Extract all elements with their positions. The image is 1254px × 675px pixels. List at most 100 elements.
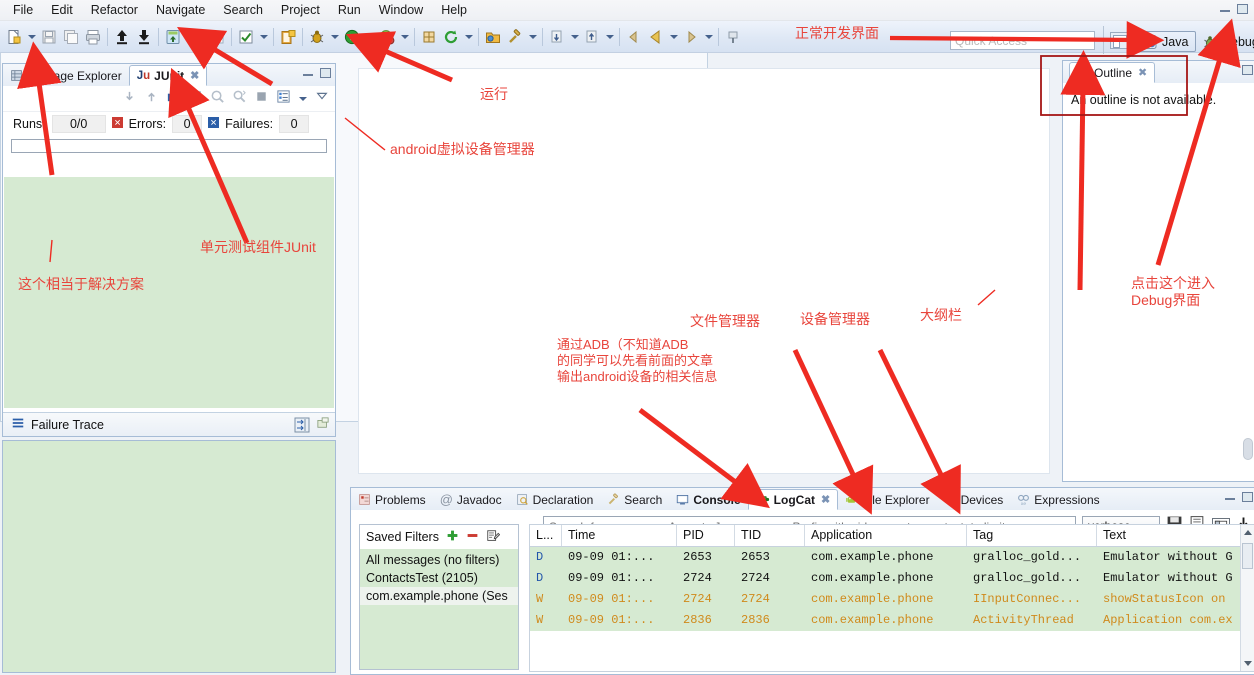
- maximize-icon[interactable]: [1242, 65, 1253, 75]
- show-failures-icon[interactable]: Xx: [166, 89, 181, 109]
- lock-scroll-icon[interactable]: [188, 89, 203, 109]
- debug-icon[interactable]: [306, 25, 328, 49]
- forward-dropdown-arrow[interactable]: [702, 25, 715, 49]
- refresh-dropdown-arrow[interactable]: [462, 25, 475, 49]
- right-scrollbar-thumb[interactable]: [1243, 438, 1253, 460]
- refresh-icon[interactable]: [440, 25, 462, 49]
- minimize-icon[interactable]: [1220, 4, 1230, 14]
- tab-junit[interactable]: Ju JUnit ✖: [128, 65, 208, 86]
- minimize-icon[interactable]: [1225, 492, 1235, 502]
- back-big-icon[interactable]: [645, 25, 667, 49]
- perspective-java-button[interactable]: Java: [1137, 31, 1197, 52]
- new-dropdown-arrow[interactable]: [25, 25, 38, 49]
- logcat-vertical-scrollbar[interactable]: [1240, 525, 1254, 671]
- table-row[interactable]: W 09-09 01:... 2724 2724 com.example.pho…: [530, 589, 1254, 610]
- menu-item-run[interactable]: Run: [329, 1, 370, 20]
- menu-item-project[interactable]: Project: [272, 1, 329, 20]
- tab-search[interactable]: Search: [600, 489, 669, 510]
- failure-trace-body[interactable]: [2, 440, 336, 673]
- save-all-icon[interactable]: [60, 25, 82, 49]
- tab-devices[interactable]: Devices: [937, 489, 1011, 510]
- column-header-time[interactable]: Time: [562, 525, 677, 546]
- table-row[interactable]: D 09-09 01:... 2724 2724 com.example.pho…: [530, 568, 1254, 589]
- back-icon[interactable]: [623, 25, 645, 49]
- debug-dropdown-arrow[interactable]: [328, 25, 341, 49]
- run-external-icon[interactable]: [376, 25, 398, 49]
- print-icon[interactable]: [82, 25, 104, 49]
- column-header-application[interactable]: Application: [805, 525, 967, 546]
- next-failure-icon[interactable]: [122, 89, 137, 109]
- open-perspective-icon[interactable]: [1110, 32, 1128, 49]
- prev-annotation-icon[interactable]: [581, 25, 603, 49]
- perspective-debug-button[interactable]: Debug: [1198, 31, 1254, 52]
- run-icon[interactable]: [341, 25, 363, 49]
- scroll-down-arrow[interactable]: [1244, 661, 1252, 666]
- junit-results-tree[interactable]: [4, 177, 334, 408]
- tab-file-explorer[interactable]: File Explorer: [838, 489, 936, 510]
- editor-canvas[interactable]: [358, 68, 1050, 474]
- close-icon[interactable]: ✖: [821, 493, 830, 506]
- menu-item-search[interactable]: Search: [214, 1, 272, 20]
- new-android-project-icon[interactable]: [277, 25, 299, 49]
- prev-failure-icon[interactable]: [144, 89, 159, 109]
- pin-editor-icon[interactable]: [722, 25, 744, 49]
- maximize-icon[interactable]: [1242, 492, 1253, 502]
- filter-item-all[interactable]: All messages (no filters): [360, 551, 518, 569]
- close-icon[interactable]: ✖: [1138, 66, 1147, 79]
- forward-icon[interactable]: [680, 25, 702, 49]
- table-row[interactable]: W 09-09 01:... 2836 2836 com.example.pho…: [530, 610, 1254, 631]
- tab-console[interactable]: Console: [669, 489, 747, 510]
- import-icon[interactable]: [133, 25, 155, 49]
- remove-filter-icon[interactable]: [466, 529, 479, 545]
- quick-access-input[interactable]: Quick Access: [950, 31, 1095, 50]
- filter-item-contactstest[interactable]: ContactsTest (2105): [360, 569, 518, 587]
- column-header-pid[interactable]: PID: [677, 525, 735, 546]
- tab-logcat[interactable]: LogCat ✖: [747, 489, 839, 510]
- saved-filters-list[interactable]: All messages (no filters) ContactsTest (…: [360, 549, 518, 669]
- menu-item-help[interactable]: Help: [432, 1, 476, 20]
- scroll-thumb[interactable]: [1242, 543, 1253, 569]
- view-menu-arrow[interactable]: [298, 87, 308, 111]
- rerun-failed-icon[interactable]: [232, 89, 247, 109]
- tab-declaration[interactable]: Declaration: [509, 489, 601, 510]
- minimize-icon[interactable]: [303, 68, 313, 78]
- run-external-dropdown-arrow[interactable]: [398, 25, 411, 49]
- tab-expressions[interactable]: xe Expressions: [1010, 489, 1106, 510]
- test-history-icon[interactable]: [276, 89, 291, 109]
- rerun-test-icon[interactable]: [210, 89, 225, 109]
- open-folder-icon[interactable]: [482, 25, 504, 49]
- prev-dropdown-arrow[interactable]: [603, 25, 616, 49]
- compare-results-icon[interactable]: [294, 417, 310, 436]
- search-dropdown-arrow[interactable]: [526, 25, 539, 49]
- add-filter-icon[interactable]: [446, 529, 459, 545]
- sdk-manager-icon[interactable]: [206, 25, 228, 49]
- search-resource-icon[interactable]: [504, 25, 526, 49]
- scroll-up-arrow[interactable]: [1244, 530, 1252, 535]
- new-file-icon[interactable]: [3, 25, 25, 49]
- check-icon[interactable]: [235, 25, 257, 49]
- menu-item-file[interactable]: File: [4, 1, 42, 20]
- menu-item-refactor[interactable]: Refactor: [82, 1, 147, 20]
- run-dropdown-arrow[interactable]: [363, 25, 376, 49]
- menu-item-window[interactable]: Window: [370, 1, 432, 20]
- check-dropdown-arrow[interactable]: [257, 25, 270, 49]
- menu-item-navigate[interactable]: Navigate: [147, 1, 214, 20]
- view-menu-triangle[interactable]: [315, 89, 329, 108]
- column-header-tag[interactable]: Tag: [967, 525, 1097, 546]
- save-icon[interactable]: [38, 25, 60, 49]
- menu-item-edit[interactable]: Edit: [42, 1, 82, 20]
- column-header-level[interactable]: L...: [530, 525, 562, 546]
- next-annotation-icon[interactable]: [546, 25, 568, 49]
- tab-problems[interactable]: Problems: [351, 489, 433, 510]
- tab-javadoc[interactable]: @ Javadoc: [433, 489, 509, 510]
- maximize-icon[interactable]: [1237, 4, 1248, 14]
- back-dropdown-arrow[interactable]: [667, 25, 680, 49]
- maximize-icon[interactable]: [320, 68, 331, 78]
- edit-filter-icon[interactable]: [486, 529, 501, 546]
- export-icon[interactable]: [111, 25, 133, 49]
- stop-icon[interactable]: [254, 89, 269, 109]
- close-icon[interactable]: ✖: [190, 69, 199, 82]
- filter-item-example-phone[interactable]: com.example.phone (Ses: [360, 587, 518, 605]
- download-apk-icon[interactable]: [162, 25, 184, 49]
- view-menu-icon[interactable]: [316, 417, 330, 436]
